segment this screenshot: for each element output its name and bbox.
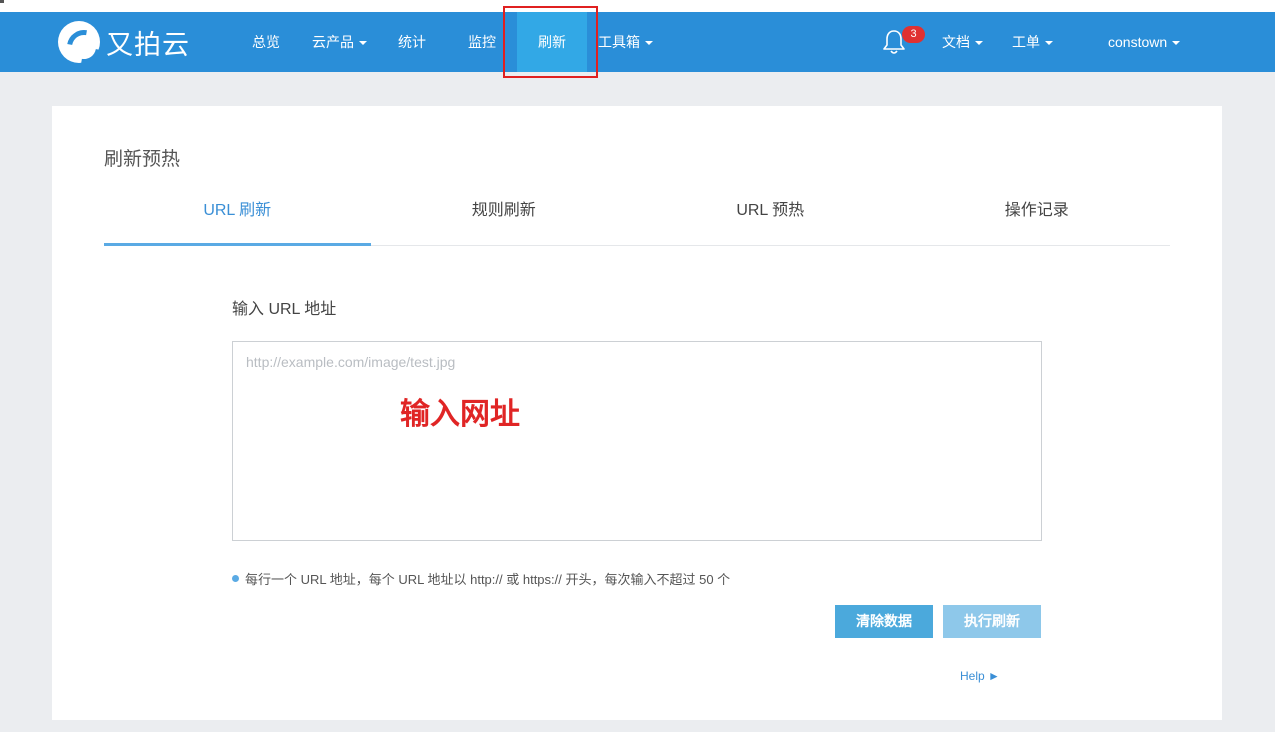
nav-item-label: 云产品 [312, 34, 354, 50]
brand-name: 又拍云 [106, 29, 190, 60]
nav-item-docs[interactable]: 文档 [942, 12, 983, 72]
url-textarea[interactable] [232, 341, 1042, 541]
tab-bar: URL 刷新 规则刷新 URL 预热 操作记录 [104, 186, 1170, 246]
notification-badge: 3 [902, 26, 925, 43]
window-top-strip [0, 0, 1275, 12]
nav-item-label: 文档 [942, 34, 970, 50]
nav-item-statistics[interactable]: 统计 [398, 12, 426, 72]
nav-item-overview[interactable]: 总览 [252, 12, 280, 72]
nav-item-refresh[interactable]: 刷新 [517, 12, 587, 72]
tab-url-prefetch[interactable]: URL 预热 [637, 186, 904, 246]
tab-operation-log[interactable]: 操作记录 [904, 186, 1171, 246]
nav-item-label: 刷新 [538, 34, 566, 50]
window-corner-mark [0, 0, 4, 3]
caret-down-icon [975, 41, 983, 46]
nav-item-label: 工单 [1012, 34, 1040, 50]
main-card: 刷新预热 URL 刷新 规则刷新 URL 预热 操作记录 输入 URL 地址 输… [52, 106, 1222, 720]
caret-down-icon [645, 41, 653, 46]
caret-down-icon [1172, 41, 1181, 46]
input-hint: 每行一个 URL 地址，每个 URL 地址以 http:// 或 https:/… [232, 569, 730, 588]
nav-item-label: 统计 [398, 34, 426, 50]
help-link[interactable]: Help ► [960, 669, 1000, 683]
caret-down-icon [1045, 41, 1053, 46]
page-title: 刷新预热 [104, 149, 181, 170]
url-input-label: 输入 URL 地址 [232, 301, 337, 318]
top-navbar: 又拍云 总览 云产品 统计 监控 刷新 工具箱 3 文档 工单 constown [0, 12, 1275, 72]
brand-logo[interactable]: 又拍云 [58, 21, 190, 63]
logo-icon [58, 21, 100, 63]
nav-item-tickets[interactable]: 工单 [1012, 12, 1053, 72]
annotation-text: 输入网址 [400, 397, 520, 432]
bullet-dot-icon [232, 575, 239, 582]
user-menu[interactable]: constown [1108, 12, 1181, 72]
nav-item-cloud-products[interactable]: 云产品 [312, 12, 367, 72]
nav-item-label: 监控 [468, 34, 496, 50]
nav-item-toolbox[interactable]: 工具箱 [598, 12, 653, 72]
tab-url-refresh[interactable]: URL 刷新 [104, 186, 371, 246]
username: constown [1108, 34, 1168, 50]
caret-down-icon [359, 41, 367, 46]
nav-item-label: 总览 [252, 34, 280, 50]
nav-item-monitoring[interactable]: 监控 [468, 12, 496, 72]
execute-refresh-button[interactable]: 执行刷新 [943, 605, 1041, 638]
nav-item-label: 工具箱 [598, 34, 640, 50]
clear-data-button[interactable]: 清除数据 [835, 605, 933, 638]
hint-text: 每行一个 URL 地址，每个 URL 地址以 http:// 或 https:/… [245, 572, 731, 587]
tab-rule-refresh[interactable]: 规则刷新 [371, 186, 638, 246]
